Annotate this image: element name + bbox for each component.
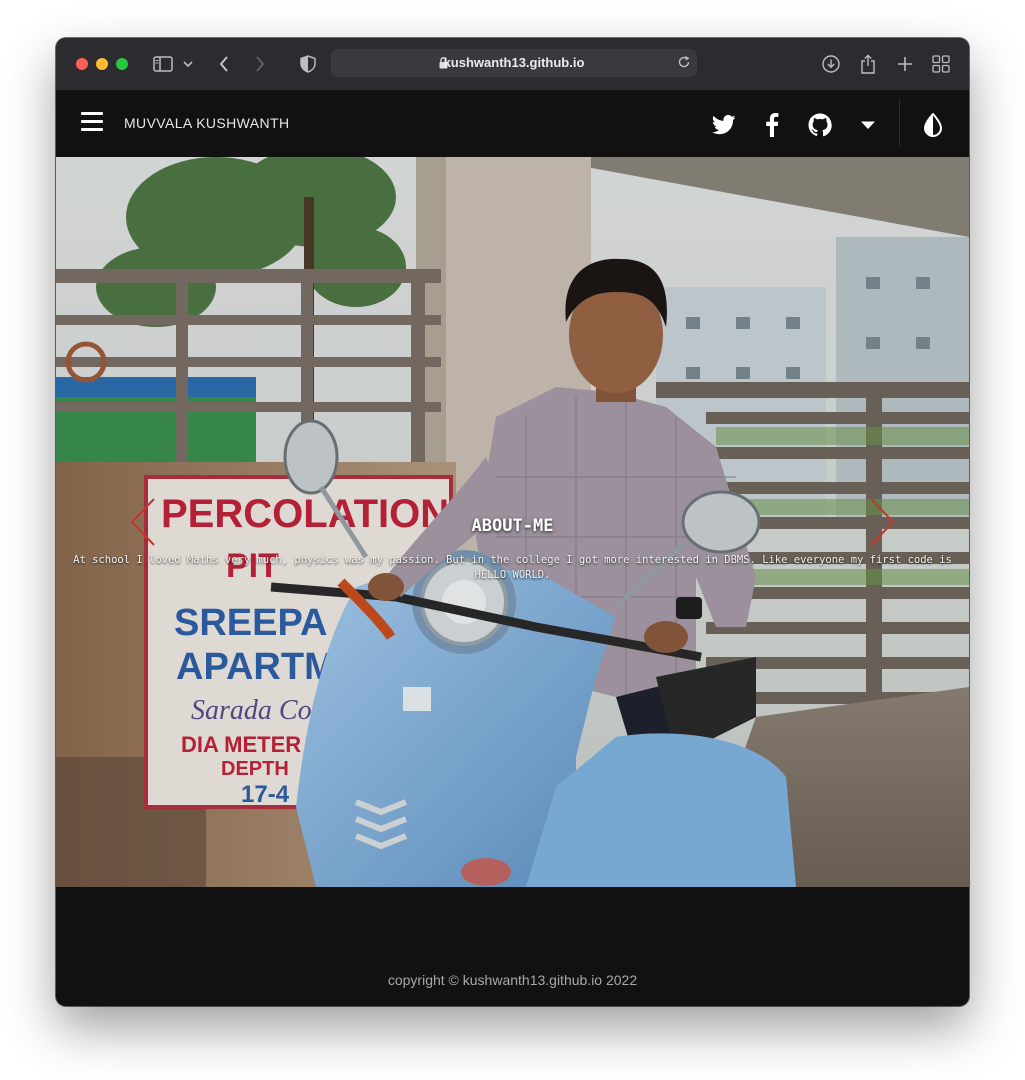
download-icon[interactable] <box>820 53 842 75</box>
slide-caption: At school I loved Maths very much, physi… <box>73 554 952 581</box>
back-icon[interactable] <box>213 53 235 75</box>
chevron-down-icon[interactable] <box>181 53 195 75</box>
close-window-button[interactable] <box>76 58 88 70</box>
theme-toggle-icon[interactable] <box>920 112 946 138</box>
sidebar-icon[interactable] <box>152 53 174 75</box>
new-tab-icon[interactable] <box>894 53 916 75</box>
copyright-text: copyright © kushwanth13.github.io 2022 <box>387 972 638 988</box>
site-navbar: MUVVALA KUSHWANTH <box>56 91 969 157</box>
zoom-window-button[interactable] <box>116 58 128 70</box>
tab-overview-icon[interactable] <box>930 53 952 75</box>
browser-window: kushwanth13.github.io MUVVALA KUSHWANTH <box>56 38 969 1006</box>
reload-icon[interactable] <box>677 55 691 74</box>
shield-icon[interactable] <box>297 53 319 75</box>
share-icon[interactable] <box>857 53 879 75</box>
address-bar[interactable]: kushwanth13.github.io <box>331 49 697 77</box>
twitter-icon[interactable] <box>711 112 737 138</box>
caret-down-icon[interactable] <box>855 112 881 138</box>
forward-icon[interactable] <box>249 53 271 75</box>
nav-divider <box>899 99 900 147</box>
site-footer: copyright © kushwanth13.github.io 2022 <box>56 887 969 1006</box>
browser-toolbar: kushwanth13.github.io <box>56 38 969 91</box>
minimize-window-button[interactable] <box>96 58 108 70</box>
slide-title: ABOUT-ME <box>471 516 554 536</box>
site-brand[interactable]: MUVVALA KUSHWANTH <box>124 115 290 131</box>
menu-icon[interactable] <box>81 112 103 132</box>
url-text: kushwanth13.github.io <box>443 55 585 70</box>
hero-carousel: PERCOLATION PIT SREEPA APARTME Sarada Co… <box>56 157 969 887</box>
github-icon[interactable] <box>807 112 833 138</box>
facebook-icon[interactable] <box>759 112 785 138</box>
